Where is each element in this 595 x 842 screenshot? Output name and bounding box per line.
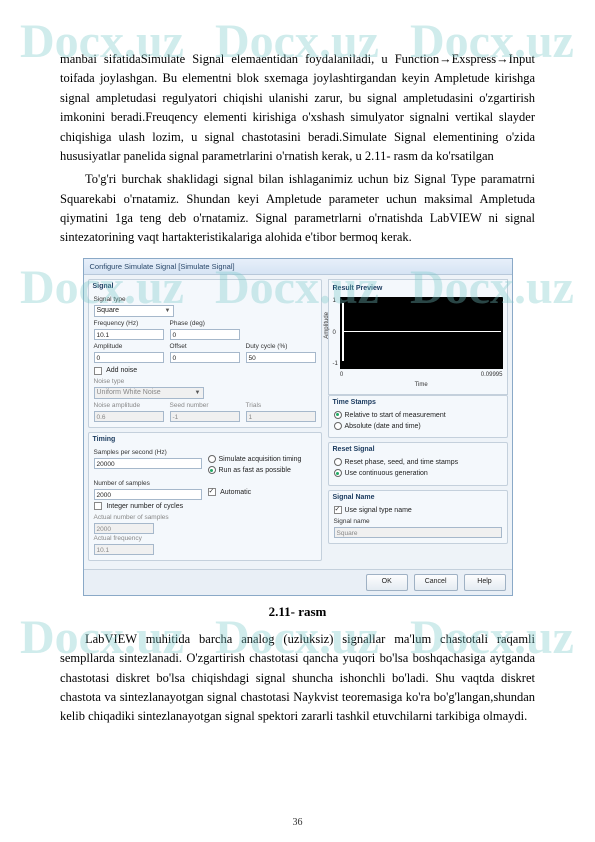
use-type-label: Use signal type name	[345, 507, 412, 514]
timestamps-group: Time Stamps Relative to start of measure…	[328, 395, 508, 439]
paragraph-2: To'g'ri burchak shaklidagi signal bilan …	[60, 170, 535, 248]
x-tick-0: 0	[340, 371, 343, 380]
continuous-radio[interactable]	[334, 469, 342, 477]
figure-dialog: Configure Simulate Signal [Simulate Sign…	[60, 258, 535, 596]
figure-caption: 2.11- rasm	[60, 602, 535, 622]
x-tick-1: 0.09995	[481, 371, 503, 380]
frequency-label: Frequency (Hz)	[94, 319, 164, 329]
reset-title: Reset Signal	[333, 445, 502, 456]
sps-label: Samples per second (Hz)	[94, 448, 202, 458]
signal-name-title: Signal Name	[333, 493, 502, 504]
relative-radio[interactable]	[334, 411, 342, 419]
run-fast-radio[interactable]	[208, 466, 216, 474]
phase-input[interactable]: 0	[170, 329, 240, 340]
use-type-checkbox[interactable]	[334, 506, 342, 514]
add-noise-checkbox[interactable]	[94, 367, 102, 375]
actual-freq-label: Actual frequency	[94, 534, 316, 544]
scope-display	[340, 297, 503, 369]
y-tick-0: 0	[333, 329, 338, 338]
signal-group-title: Signal	[93, 282, 316, 293]
y-tick-1: 1	[333, 297, 338, 306]
signal-type-label: Signal type	[94, 295, 316, 305]
signal-type-select[interactable]: Square ▼	[94, 305, 174, 317]
signal-type-value: Square	[97, 306, 120, 316]
int-cycles-checkbox[interactable]	[94, 502, 102, 510]
dialog-title: Configure Simulate Signal [Simulate Sign…	[84, 259, 512, 276]
signal-group: Signal Signal type Square ▼ Frequency (H…	[88, 279, 322, 428]
relative-label: Relative to start of measurement	[345, 412, 446, 419]
duty-label: Duty cycle (%)	[246, 342, 316, 352]
noise-type-label: Noise type	[94, 377, 316, 387]
timing-group-title: Timing	[93, 435, 316, 446]
chevron-down-icon: ▼	[165, 306, 171, 316]
noise-type-value: Uniform White Noise	[97, 388, 161, 398]
ok-button[interactable]: OK	[366, 574, 408, 591]
preview-group: Result Preview 1 0 -1	[328, 279, 508, 394]
run-fast-label: Run as fast as possible	[219, 467, 291, 474]
num-samples-label: Number of samples	[94, 479, 202, 489]
signal-name-input: Square	[334, 527, 502, 538]
sim-timing-radio[interactable]	[208, 455, 216, 463]
reset-group: Reset Signal Reset phase, seed, and time…	[328, 442, 508, 486]
signal-name-group: Signal Name Use signal type name Signal …	[328, 490, 508, 544]
chevron-down-icon: ▼	[195, 388, 201, 398]
page-number: 36	[0, 817, 595, 828]
reset-phase-radio[interactable]	[334, 458, 342, 466]
offset-input[interactable]: 0	[170, 352, 240, 363]
actual-samples-label: Actual number of samples	[94, 513, 316, 523]
signal-name-label: Signal name	[334, 517, 502, 527]
sps-input[interactable]: 20000	[94, 458, 202, 469]
y-tick-m1: -1	[333, 360, 338, 369]
button-bar: OK Cancel Help	[84, 569, 512, 595]
amplitude-input[interactable]: 0	[94, 352, 164, 363]
sim-timing-label: Simulate acquisition timing	[219, 456, 302, 463]
paragraph-3: LabVIEW muhitida barcha analog (uzluksiz…	[60, 630, 535, 727]
y-axis-label: Amplitude	[323, 312, 332, 339]
timestamps-title: Time Stamps	[333, 398, 502, 409]
noise-type-select: Uniform White Noise ▼	[94, 387, 204, 399]
page-content: manbai sifatidaSimulate Signal elemaenti…	[0, 0, 595, 751]
seed-label: Seed number	[170, 401, 240, 411]
configure-dialog: Configure Simulate Signal [Simulate Sign…	[83, 258, 513, 596]
int-cycles-label: Integer number of cycles	[106, 503, 183, 510]
automatic-checkbox[interactable]	[208, 488, 216, 496]
help-button[interactable]: Help	[464, 574, 506, 591]
absolute-label: Absolute (date and time)	[345, 423, 421, 430]
add-noise-label: Add noise	[106, 367, 137, 374]
duty-input[interactable]: 50	[246, 352, 316, 363]
phase-label: Phase (deg)	[170, 319, 240, 329]
offset-label: Offset	[170, 342, 240, 352]
cancel-button[interactable]: Cancel	[414, 574, 458, 591]
amplitude-label: Amplitude	[94, 342, 164, 352]
num-samples-input[interactable]: 2000	[94, 489, 202, 500]
actual-samples-value: 2000	[94, 523, 154, 534]
timing-group: Timing Samples per second (Hz) 20000 Sim…	[88, 432, 322, 561]
trials-input: 1	[246, 411, 316, 422]
noise-amp-input: 0.6	[94, 411, 164, 422]
x-axis-label: Time	[340, 381, 503, 390]
actual-freq-value: 10.1	[94, 544, 154, 555]
seed-input: -1	[170, 411, 240, 422]
preview-title: Result Preview	[333, 284, 503, 295]
continuous-label: Use continuous generation	[345, 470, 428, 477]
noise-amp-label: Noise amplitude	[94, 401, 164, 411]
automatic-label: Automatic	[220, 489, 251, 496]
reset-phase-label: Reset phase, seed, and time stamps	[345, 459, 459, 466]
paragraph-1: manbai sifatidaSimulate Signal elemaenti…	[60, 50, 535, 166]
frequency-input[interactable]: 10.1	[94, 329, 164, 340]
absolute-radio[interactable]	[334, 422, 342, 430]
trials-label: Trials	[246, 401, 316, 411]
